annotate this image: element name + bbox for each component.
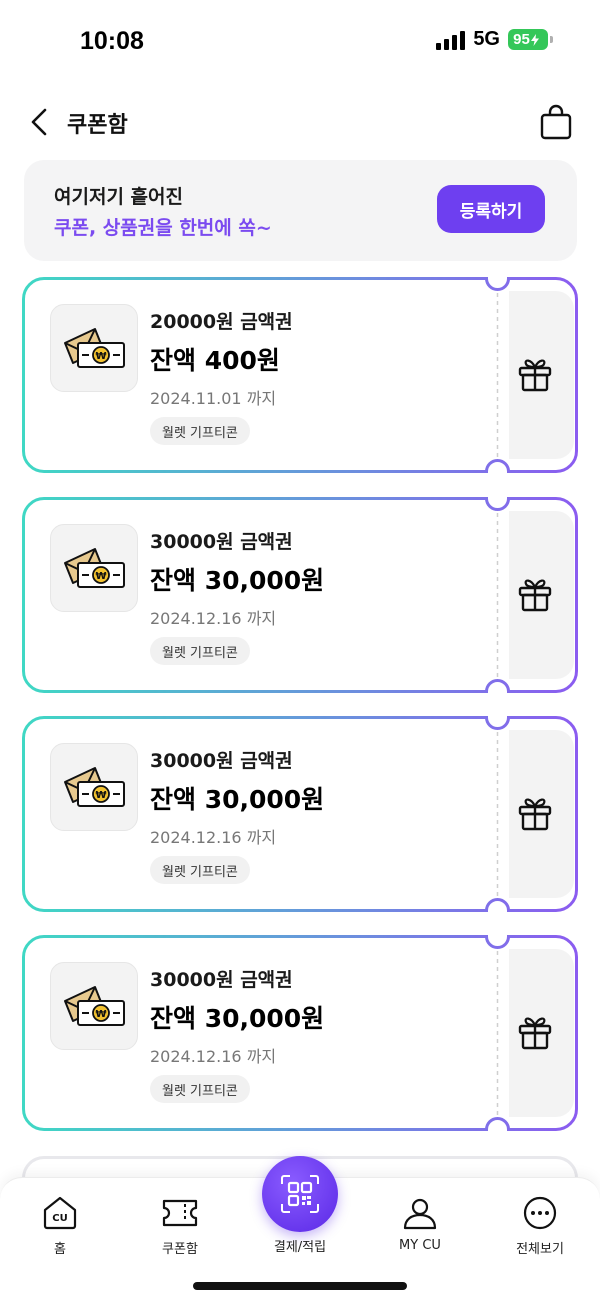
shopping-bag-icon — [540, 104, 572, 140]
battery-level: 95 — [513, 31, 530, 48]
svg-text:₩: ₩ — [95, 571, 106, 582]
coupon-card[interactable]: ₩ 30000원 금액권 잔액 30,000원 2024.12.16 까지 월렛… — [22, 935, 578, 1131]
home-icon: CU — [41, 1194, 79, 1232]
home-indicator — [193, 1282, 407, 1290]
gift-icon[interactable] — [516, 1013, 554, 1051]
nav-home-label: 홈 — [54, 1242, 66, 1257]
coupon-balance: 잔액 400원 — [150, 346, 280, 375]
header: 쿠폰함 — [0, 95, 600, 149]
coupon-balance: 잔액 30,000원 — [150, 566, 325, 595]
coupon-name: 30000원 금액권 — [150, 750, 293, 772]
status-time: 10:08 — [80, 27, 144, 55]
banner-title: 여기저기 흩어진 — [54, 186, 183, 208]
back-button[interactable] — [22, 105, 56, 139]
banner-subtitle: 쿠폰, 상품권을 한번에 쏙~ — [54, 217, 272, 239]
coupon-tag: 월렛 기프티콘 — [150, 637, 250, 665]
nav-my-cu[interactable]: MY CU — [370, 1194, 470, 1253]
coupon-balance: 잔액 30,000원 — [150, 1004, 325, 1033]
coupon-name: 20000원 금액권 — [150, 311, 293, 333]
voucher-icon: ₩ — [50, 524, 138, 612]
nav-coupons-label: 쿠폰함 — [162, 1242, 198, 1257]
qr-code-icon — [281, 1175, 319, 1213]
coupon-name: 30000원 금액권 — [150, 969, 293, 991]
coupon-expiry: 2024.11.01 까지 — [150, 389, 277, 408]
user-icon — [401, 1194, 439, 1232]
nav-coupons[interactable]: 쿠폰함 — [130, 1194, 230, 1257]
coupon-expiry: 2024.12.16 까지 — [150, 828, 277, 847]
svg-text:₩: ₩ — [95, 790, 106, 801]
ticket-icon — [161, 1194, 199, 1232]
coupon-tag: 월렛 기프티콘 — [150, 417, 250, 445]
voucher-icon: ₩ — [50, 743, 138, 831]
network-type: 5G — [473, 28, 500, 50]
coupon-card[interactable]: ₩ 30000원 금액권 잔액 30,000원 2024.12.16 까지 월렛… — [22, 716, 578, 912]
register-banner: 여기저기 흩어진 쿠폰, 상품권을 한번에 쏙~ 등록하기 — [24, 160, 577, 261]
svg-text:₩: ₩ — [95, 1009, 106, 1020]
shopping-bag-button[interactable] — [538, 103, 574, 141]
gift-icon[interactable] — [516, 794, 554, 832]
coupon-expiry: 2024.12.16 까지 — [150, 609, 277, 628]
chevron-left-icon — [31, 108, 47, 136]
coupon-name: 30000원 금액권 — [150, 531, 293, 553]
coupon-card[interactable]: ₩ 20000원 금액권 잔액 400원 2024.11.01 까지 월렛 기프… — [22, 277, 578, 473]
nav-pay-label: 결제/적립 — [273, 1240, 327, 1255]
home-icon-text: CU — [52, 1213, 67, 1224]
svg-text:₩: ₩ — [95, 351, 106, 362]
coupon-card[interactable]: ₩ 30000원 금액권 잔액 30,000원 2024.12.16 까지 월렛… — [22, 497, 578, 693]
page-title: 쿠폰함 — [67, 113, 128, 138]
register-button[interactable]: 등록하기 — [437, 185, 545, 233]
status-indicators: 5G 95 — [436, 28, 553, 51]
nav-my-cu-label: MY CU — [399, 1238, 441, 1253]
gift-icon[interactable] — [516, 575, 554, 613]
coupon-tag: 월렛 기프티콘 — [150, 856, 250, 884]
nav-more-label: 전체보기 — [516, 1242, 564, 1257]
voucher-icon: ₩ — [50, 962, 138, 1050]
battery-icon: 95 — [508, 29, 553, 50]
more-icon — [521, 1194, 559, 1232]
signal-icon — [436, 30, 466, 50]
nav-home[interactable]: CU 홈 — [10, 1194, 110, 1257]
coupon-tag: 월렛 기프티콘 — [150, 1075, 250, 1103]
voucher-icon: ₩ — [50, 304, 138, 392]
pay-qr-button[interactable] — [262, 1156, 338, 1232]
coupon-expiry: 2024.12.16 까지 — [150, 1047, 277, 1066]
nav-more[interactable]: 전체보기 — [490, 1194, 590, 1257]
status-bar: 10:08 5G 95 — [0, 0, 600, 82]
coupon-balance: 잔액 30,000원 — [150, 785, 325, 814]
gift-icon[interactable] — [516, 355, 554, 393]
